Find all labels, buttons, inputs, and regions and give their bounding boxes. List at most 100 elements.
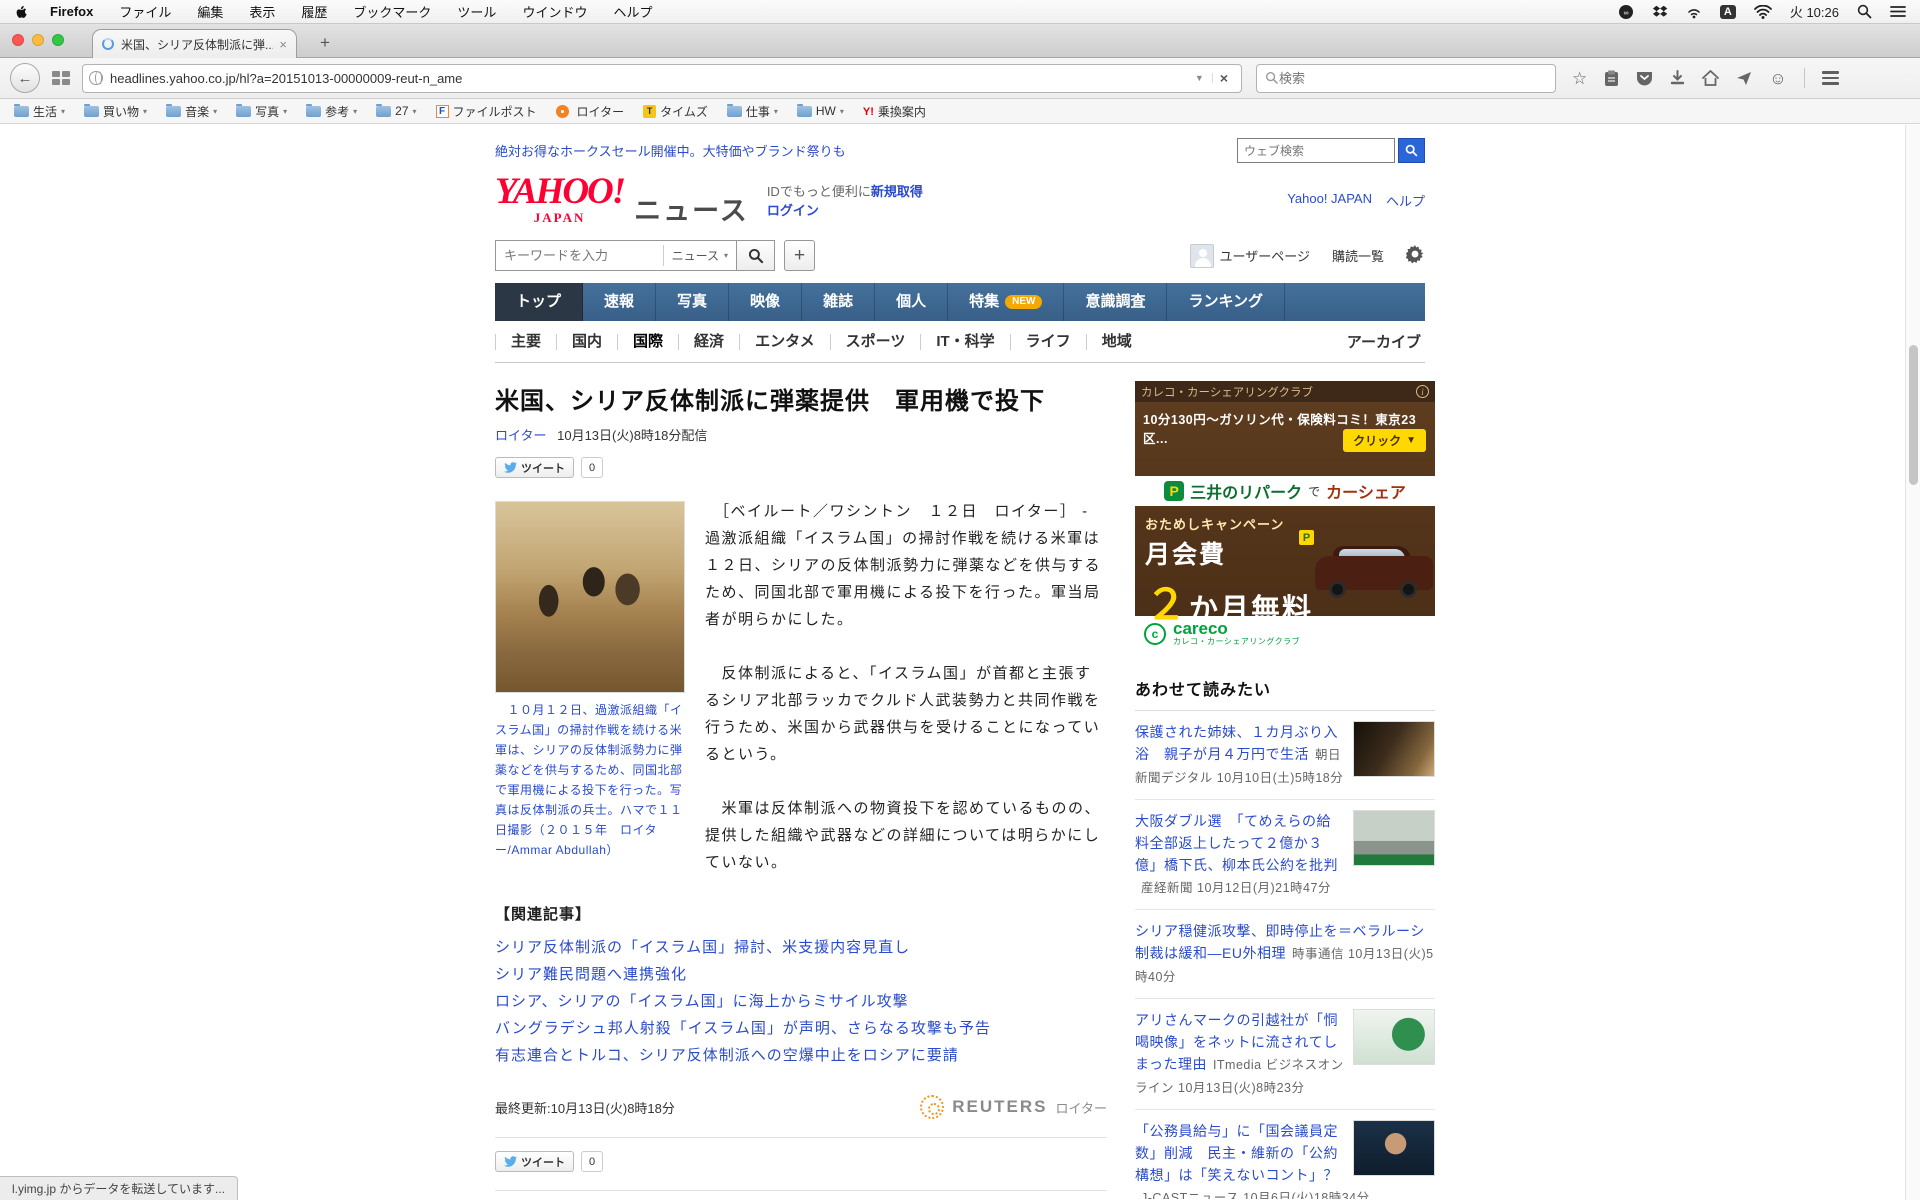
gear-icon[interactable]: [1405, 244, 1425, 267]
wifi-icon[interactable]: [1753, 4, 1772, 19]
send-icon[interactable]: [1736, 71, 1752, 86]
nav-tab[interactable]: 個人: [875, 283, 949, 322]
bookmark-item[interactable]: 仕事 ▾: [726, 103, 778, 120]
ad-click-button[interactable]: クリック ▼: [1343, 429, 1426, 453]
source-link[interactable]: ロイター: [495, 428, 546, 443]
browser-tab[interactable]: 米国、シリア反体制派に弾... ×: [92, 29, 297, 58]
news-search-input[interactable]: [496, 248, 663, 264]
nav-tab[interactable]: 特集 NEW: [948, 283, 1065, 322]
url-text[interactable]: headlines.yahoo.co.jp/hl?a=20151013-0000…: [110, 71, 1187, 86]
nav-tab[interactable]: ランキング: [1167, 283, 1286, 322]
nav-tab[interactable]: 映像: [729, 283, 803, 322]
web-search-button[interactable]: [1398, 138, 1425, 163]
user-page-link[interactable]: ユーザーページ: [1189, 243, 1310, 268]
close-window-button[interactable]: [12, 34, 24, 46]
archive-link[interactable]: アーカイブ: [1347, 331, 1425, 352]
creative-cloud-icon[interactable]: ∞: [1618, 4, 1634, 20]
subnav-item[interactable]: 地域: [1085, 333, 1147, 350]
smiley-extension-icon[interactable]: ☺: [1769, 70, 1786, 87]
related-link[interactable]: ロシア、シリアの「イスラム国」に海上からミサイル攻撃: [495, 988, 1107, 1015]
minimize-window-button[interactable]: [32, 34, 44, 46]
bookmark-item[interactable]: Y! 乗換案内: [863, 103, 926, 120]
menubar-item[interactable]: ヘルプ: [613, 2, 652, 21]
subnav-item[interactable]: 経済: [678, 333, 739, 350]
bookmark-item[interactable]: 音楽 ▾: [166, 103, 217, 120]
downloads-icon[interactable]: [1670, 70, 1685, 86]
yahoo-japan-link[interactable]: Yahoo! JAPAN: [1287, 191, 1372, 210]
related-link[interactable]: バングラデシュ邦人射殺「イスラム国」が声明、さらなる攻撃も予告: [495, 1015, 1107, 1042]
signup-link[interactable]: 新規取得: [871, 184, 923, 199]
bookmark-item[interactable]: T タイムズ: [643, 103, 708, 120]
back-button[interactable]: ←: [10, 63, 40, 93]
article-photo[interactable]: [495, 501, 685, 694]
related-article-title[interactable]: 「公務員給与」に「国会議員定数」削減 民主・維新の「公約構想」は「笑えないコント…: [1135, 1123, 1338, 1183]
bookmark-item[interactable]: HW ▾: [796, 103, 844, 118]
bookmark-item[interactable]: ロイター: [555, 103, 624, 120]
spotlight-icon[interactable]: [1857, 4, 1872, 19]
dropbox-icon[interactable]: [1652, 4, 1668, 20]
nav-tab[interactable]: 雑誌: [802, 283, 876, 322]
ad-info-icon[interactable]: i: [1416, 385, 1429, 399]
subscriptions-link[interactable]: 購読一覧: [1332, 246, 1384, 265]
tweet-button-bottom[interactable]: ツイート: [495, 1151, 574, 1173]
related-link[interactable]: 有志連合とトルコ、シリア反体制派への空爆中止をロシアに要請: [495, 1042, 1107, 1069]
menubar-item[interactable]: 編集: [197, 2, 223, 21]
related-link[interactable]: シリア難民問題へ連携強化: [495, 961, 1107, 988]
related-article-item[interactable]: 大阪ダブル選 「てめえらの給料全部返上したって２億か３億」橋下氏、柳本氏公約を批…: [1135, 800, 1435, 911]
login-link[interactable]: ログイン: [767, 203, 819, 218]
subnav-item[interactable]: スポーツ: [829, 333, 921, 350]
subnav-item[interactable]: エンタメ: [739, 333, 830, 350]
bookmark-item[interactable]: 27 ▾: [376, 103, 417, 118]
menubar-item[interactable]: ツール: [457, 2, 496, 21]
nav-tab[interactable]: 意識調査: [1064, 283, 1168, 322]
notification-center-icon[interactable]: [1890, 5, 1906, 18]
related-article-item[interactable]: 保護された姉妹、１カ月ぶり入浴 親子が月４万円で生活 朝日新聞デジタル 10月10日…: [1135, 711, 1435, 801]
url-bar[interactable]: headlines.yahoo.co.jp/hl?a=20151013-0000…: [82, 63, 1242, 93]
subnav-item[interactable]: 主要: [495, 333, 556, 350]
apple-logo-icon[interactable]: [14, 5, 28, 19]
bookmark-item[interactable]: 買い物 ▾: [84, 103, 147, 120]
nav-tab[interactable]: トップ: [495, 283, 584, 322]
browser-search-input[interactable]: [1279, 70, 1547, 86]
subnav-item[interactable]: ライフ: [1009, 333, 1086, 350]
menubar-item[interactable]: ファイル: [119, 2, 171, 21]
related-article-title[interactable]: 保護された姉妹、１カ月ぶり入浴 親子が月４万円で生活: [1135, 724, 1338, 762]
browser-search-bar[interactable]: [1256, 63, 1556, 93]
bookmark-item[interactable]: 生活 ▾: [14, 103, 65, 120]
help-link[interactable]: ヘルプ: [1386, 191, 1425, 210]
stop-loading-icon[interactable]: ×: [1213, 70, 1235, 86]
web-search-input[interactable]: [1237, 138, 1395, 163]
menubar-item[interactable]: ウインドウ: [522, 2, 587, 21]
nav-tab[interactable]: 写真: [656, 283, 730, 322]
related-article-item[interactable]: 「公務員給与」に「国会議員定数」削減 民主・維新の「公約構想」は「笑えないコント…: [1135, 1110, 1435, 1199]
related-article-item[interactable]: アリさんマークの引越社が「恫喝映像」をネットに流されてしまった理由 ITmedia…: [1135, 999, 1435, 1111]
menubar-item[interactable]: 履歴: [301, 2, 327, 21]
news-search-button[interactable]: [737, 240, 775, 272]
scrollbar-track[interactable]: [1905, 125, 1920, 1200]
promo-link[interactable]: 絶対お得なホークスセール開催中。大特価やブランド祭りも: [495, 141, 846, 160]
clipper-icon[interactable]: [1604, 70, 1619, 87]
related-article-title[interactable]: 大阪ダブル選 「てめえらの給料全部返上したって２億か３億」橋下氏、柳本氏公約を批…: [1135, 813, 1338, 873]
careco-ad[interactable]: カレコ・カーシェアリングクラブ i 10分130円～ガソリン代・保険料コミ！東京…: [1135, 381, 1435, 653]
subnav-item[interactable]: 国際: [617, 333, 678, 350]
related-link[interactable]: シリア反体制派の「イスラム国」掃討、米支援内容見直し: [495, 934, 1107, 961]
tweet-button[interactable]: ツイート: [495, 457, 574, 479]
home-icon[interactable]: [1702, 70, 1720, 86]
subnav-item[interactable]: 国内: [556, 333, 617, 350]
nav-tab[interactable]: 速報: [583, 283, 657, 322]
tab-groups-icon[interactable]: [52, 71, 70, 85]
bookmark-item[interactable]: 参考 ▾: [306, 103, 357, 120]
subnav-item[interactable]: IT・科学: [920, 333, 1009, 350]
search-scope-dropdown[interactable]: ニュース ▾: [662, 245, 736, 267]
menubar-item[interactable]: 表示: [249, 2, 275, 21]
menubar-item[interactable]: ブックマーク: [353, 2, 431, 21]
add-search-tab-button[interactable]: +: [784, 240, 815, 272]
new-tab-button[interactable]: +: [312, 33, 338, 53]
yahoo-news-logo[interactable]: YAHOO! JAPAN ニュース: [495, 173, 749, 226]
bookmark-item[interactable]: 写真 ▾: [236, 103, 287, 120]
bookmark-star-icon[interactable]: ☆: [1572, 70, 1587, 87]
input-source-icon[interactable]: A: [1719, 4, 1736, 19]
pocket-icon[interactable]: [1636, 70, 1653, 86]
url-dropdown-icon[interactable]: ▼: [1187, 73, 1213, 83]
menubar-clock[interactable]: 火 10:26: [1790, 2, 1839, 21]
